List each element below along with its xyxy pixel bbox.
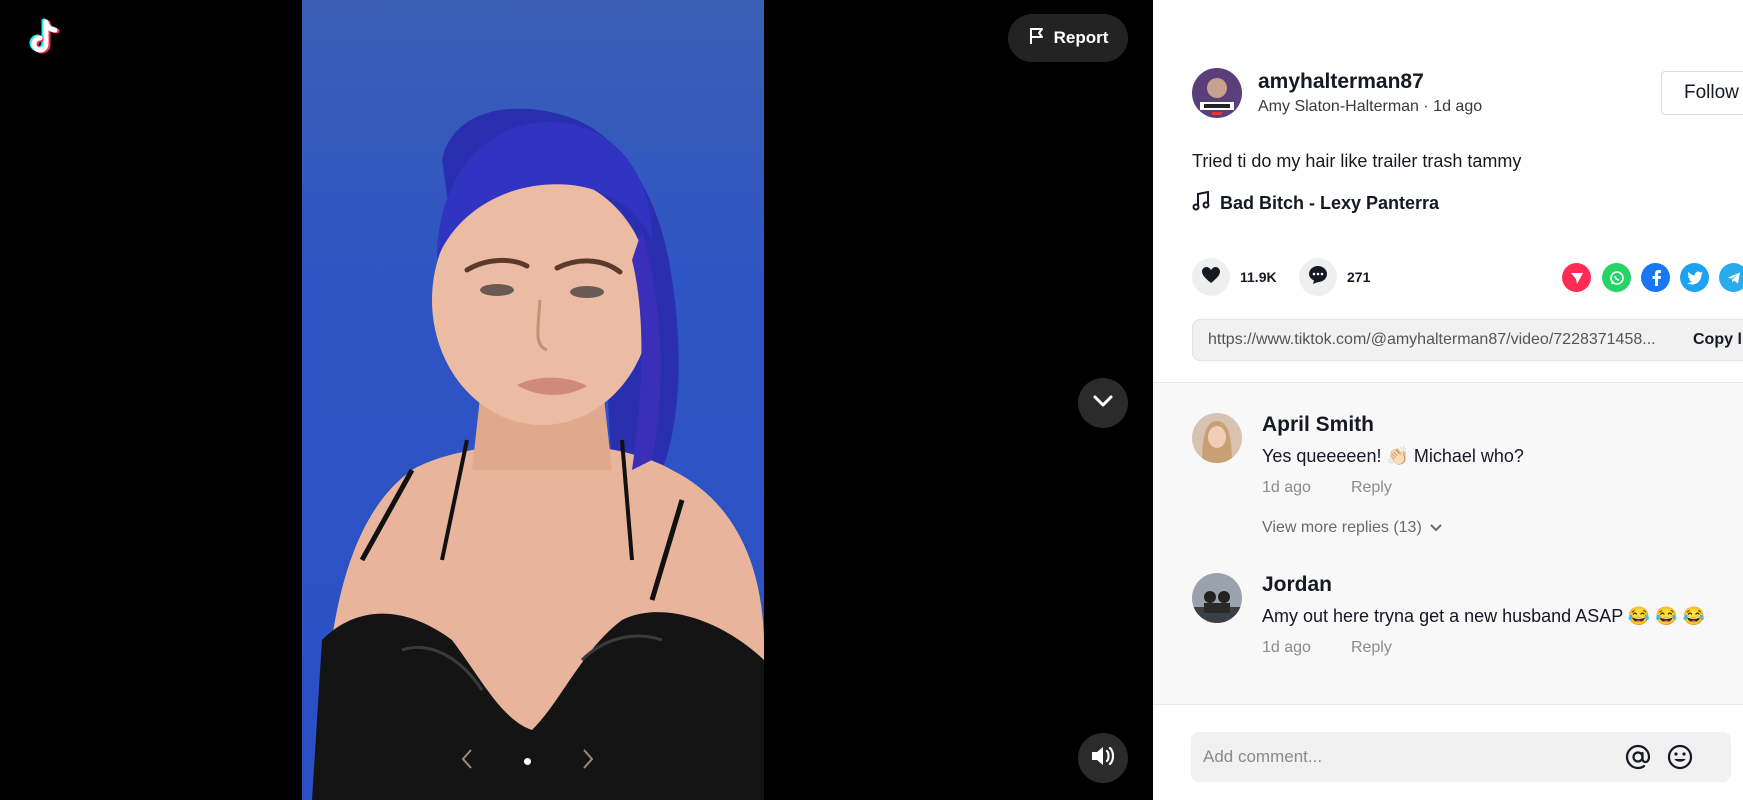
carousel-nav	[460, 748, 595, 775]
report-label: Report	[1053, 28, 1109, 47]
like-button[interactable]	[1192, 258, 1230, 296]
copy-link-button[interactable]: Copy link	[1693, 331, 1743, 349]
facebook-icon[interactable]	[1641, 263, 1670, 292]
post-caption: Tried ti do my hair like trailer trash t…	[1192, 151, 1522, 171]
post-time: 1d ago	[1433, 98, 1483, 115]
view-more-replies-button[interactable]: View more replies (13)	[1262, 519, 1742, 537]
commenter-name[interactable]: April Smith	[1262, 413, 1742, 437]
music-link[interactable]: Bad Bitch - Lexy Panterra	[1192, 190, 1440, 216]
next-video-button[interactable]	[1078, 378, 1128, 428]
tiktok-logo-icon[interactable]	[22, 16, 66, 60]
like-count: 11.9K	[1240, 269, 1277, 285]
emoji-icon[interactable]	[1665, 742, 1695, 772]
comment-count: 271	[1347, 269, 1371, 285]
speaker-icon	[1090, 744, 1116, 773]
share-link-text[interactable]: https://www.tiktok.com/@amyhalterman87/v…	[1193, 331, 1673, 349]
view-more-replies-label: View more replies (13)	[1262, 519, 1422, 536]
flag-icon	[1028, 27, 1046, 50]
report-button[interactable]: Report	[1008, 14, 1128, 62]
chevron-left-icon[interactable]	[460, 748, 474, 775]
author-info: amyhalterman87 Amy Slaton-Halterman · 1d…	[1192, 68, 1482, 118]
comment-time: 1d ago	[1262, 479, 1311, 496]
heart-icon	[1201, 266, 1221, 289]
chevron-down-icon	[1430, 519, 1442, 537]
follow-button[interactable]: Follow	[1661, 71, 1743, 115]
commenter-avatar[interactable]	[1192, 413, 1242, 463]
chevron-right-icon[interactable]	[581, 748, 595, 775]
whatsapp-icon[interactable]	[1602, 263, 1631, 292]
comment-time: 1d ago	[1262, 639, 1311, 656]
comment-text: Amy out here tryna get a new husband ASA…	[1262, 606, 1706, 626]
comment-stat[interactable]: 271	[1299, 258, 1370, 296]
comments-list[interactable]: April Smith Yes queeeeen! 👏🏻 Michael who…	[1153, 382, 1743, 705]
video-stage: Report	[0, 0, 1153, 800]
author-avatar[interactable]	[1192, 68, 1242, 118]
share-link-box: https://www.tiktok.com/@amyhalterman87/v…	[1192, 319, 1743, 361]
music-note-icon	[1192, 190, 1210, 216]
comment-button[interactable]	[1299, 258, 1337, 296]
subline-separator: ·	[1418, 98, 1434, 115]
video-frame	[312, 108, 764, 800]
reply-button[interactable]: Reply	[1351, 639, 1392, 657]
comment-bubble-icon	[1308, 265, 1328, 290]
like-stat[interactable]: 11.9K	[1192, 258, 1277, 296]
author-display-name: Amy Slaton-Halterman	[1258, 98, 1419, 115]
volume-button[interactable]	[1078, 733, 1128, 783]
video-player[interactable]	[302, 0, 764, 800]
comment-input[interactable]	[1191, 747, 1611, 767]
mention-icon[interactable]	[1623, 742, 1653, 772]
carousel-dot[interactable]	[524, 758, 531, 765]
music-title: Bad Bitch - Lexy Panterra	[1220, 193, 1440, 213]
add-comment-bar	[1191, 732, 1731, 782]
chevron-down-icon	[1091, 389, 1115, 418]
details-panel: amyhalterman87 Amy Slaton-Halterman · 1d…	[1153, 0, 1743, 800]
author-subline: Amy Slaton-Halterman · 1d ago	[1258, 98, 1482, 116]
author-username[interactable]: amyhalterman87	[1258, 70, 1482, 94]
comment-text: Yes queeeeen! 👏🏻 Michael who?	[1262, 446, 1524, 466]
telegram-icon[interactable]	[1719, 263, 1743, 292]
direct-message-icon[interactable]	[1562, 263, 1591, 292]
reply-button[interactable]: Reply	[1351, 479, 1392, 497]
commenter-name[interactable]: Jordan	[1262, 573, 1742, 597]
commenter-avatar[interactable]	[1192, 573, 1242, 623]
twitter-icon[interactable]	[1680, 263, 1709, 292]
